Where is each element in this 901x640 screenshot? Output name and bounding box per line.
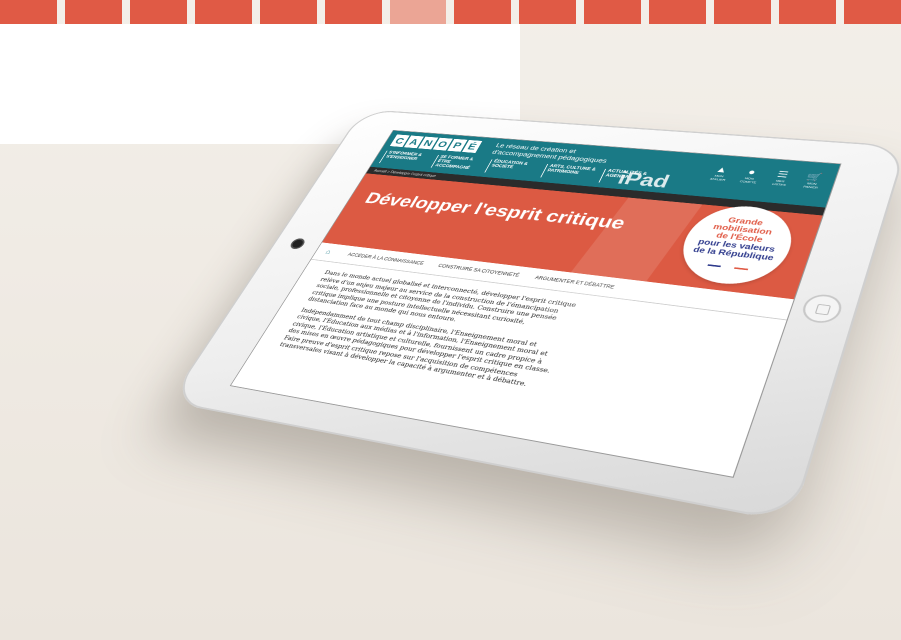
tile — [714, 0, 771, 24]
tile — [325, 0, 382, 24]
tab-acceder[interactable]: ACCÉDER À LA CONNAISSANCE — [347, 253, 425, 266]
tile — [779, 0, 836, 24]
nav-item-informer[interactable]: S'INFORMER & S'ENSEIGNER — [379, 151, 434, 168]
icon-label: MON COMPTE — [737, 176, 761, 185]
tile — [584, 0, 641, 24]
screen: C A N O P É Le réseau de création et d'a… — [230, 130, 842, 478]
mes-listes-button[interactable]: ☰ MES LISTES — [768, 169, 796, 187]
nav-item-education[interactable]: ÉDUCATION & SOCIÉTÉ — [484, 159, 542, 176]
tricolor-rule — [707, 264, 748, 270]
tile — [130, 0, 187, 24]
home-icon[interactable]: ⌂ — [324, 249, 336, 256]
tile — [390, 0, 447, 24]
ipad-label: iPad — [614, 168, 673, 193]
nav-item-former[interactable]: SE FORMER & ÊTRE ACCOMPAGNÉ — [431, 155, 487, 172]
home-button[interactable] — [799, 293, 845, 325]
tile — [195, 0, 252, 24]
page-title: Développer l'esprit critique — [361, 189, 629, 234]
camera-icon — [291, 239, 305, 248]
nav-item-arts[interactable]: ARTS, CULTURE & PATRIMOINE — [540, 164, 600, 182]
user-icons: ▲ MON ATELIER ● MON COMPTE ☰ MES LISTES … — [707, 164, 827, 190]
tab-construire[interactable]: CONSTRUIRE SA CITOYENNETÉ — [437, 264, 520, 278]
tile — [454, 0, 511, 24]
icon-label: MON ATELIER — [707, 173, 730, 181]
mon-panier-button[interactable]: 🛒 MON PANIER — [799, 171, 827, 189]
tile — [519, 0, 576, 24]
mon-atelier-button[interactable]: ▲ MON ATELIER — [707, 164, 734, 182]
tile — [649, 0, 706, 24]
icon-label: MES LISTES — [768, 178, 792, 187]
tile — [260, 0, 317, 24]
ipad-device: C A N O P É Le réseau de création et d'a… — [168, 109, 901, 523]
top-tile-strip — [0, 0, 901, 24]
canope-logo[interactable]: C A N O P É — [390, 134, 483, 153]
tile — [0, 0, 57, 24]
tile — [65, 0, 122, 24]
mon-compte-button[interactable]: ● MON COMPTE — [737, 166, 764, 184]
device-scene: C A N O P É Le réseau de création et d'a… — [175, 30, 895, 630]
tile — [844, 0, 901, 24]
